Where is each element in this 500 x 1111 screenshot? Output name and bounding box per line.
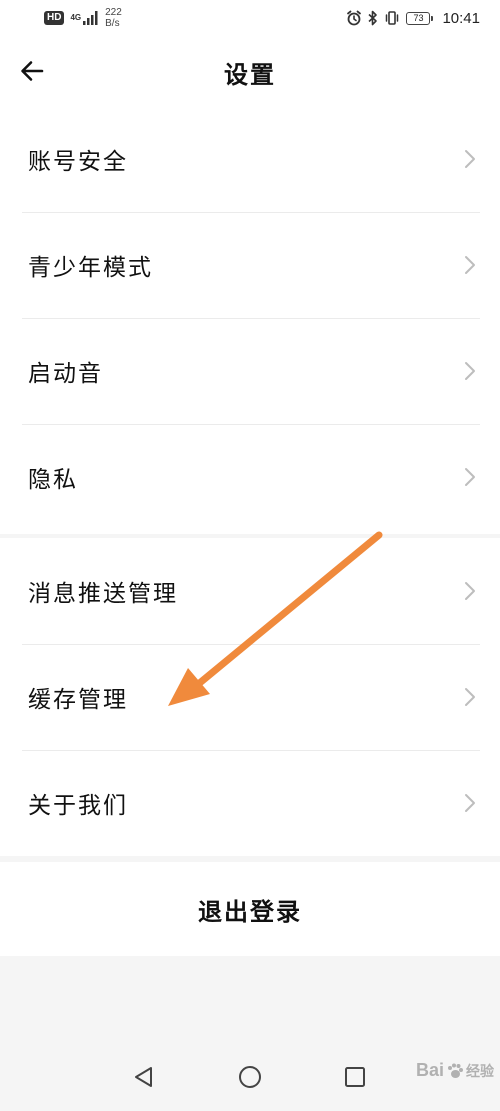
settings-group-general: 账号安全 青少年模式 启动音 隐私 [0,106,500,534]
watermark: Bai 经验 [416,1060,494,1081]
settings-item-teen-mode[interactable]: 青少年模式 [0,212,500,318]
settings-item-privacy[interactable]: 隐私 [0,424,500,530]
settings-item-label: 账号安全 [28,149,128,175]
chevron-right-icon [465,794,475,812]
logout-label: 退出登录 [198,896,302,926]
hd-badge: HD [44,11,65,25]
battery-indicator: 73 [406,11,434,25]
settings-item-label: 青少年模式 [28,255,153,281]
battery-level: 73 [413,13,424,23]
status-left: HD 4G 222 B/s [44,6,122,30]
chevron-right-icon [465,150,475,168]
paw-icon [448,1063,463,1078]
watermark-text-2: 经验 [466,1062,494,1079]
page-title: 设置 [224,60,276,89]
settings-item-label: 启动音 [28,361,103,387]
network-indicator: 4G [70,11,99,25]
chevron-right-icon [465,256,475,274]
status-bar: HD 4G 222 B/s 73 10:41 [0,0,500,36]
nav-recent-button[interactable] [340,1062,370,1092]
settings-item-label: 消息推送管理 [28,581,178,607]
settings-group-misc: 消息推送管理 缓存管理 关于我们 [0,538,500,856]
alarm-icon [347,10,362,26]
chevron-right-icon [465,468,475,486]
nav-back-button[interactable] [128,1062,158,1092]
vibrate-icon [386,11,399,25]
status-right: 73 10:41 [346,6,480,30]
speed-unit: B/s [105,18,120,29]
chevron-right-icon [465,582,475,600]
bluetooth-icon [368,10,378,26]
header: 设置 [0,36,500,106]
triangle-back-icon [135,1067,152,1087]
settings-item-label: 缓存管理 [28,687,128,713]
settings-item-cache-management[interactable]: 缓存管理 [0,644,500,750]
settings-item-push-notifications[interactable]: 消息推送管理 [0,538,500,644]
network-type: 4G [70,13,82,22]
nav-home-button[interactable] [235,1062,265,1092]
speed-value: 222 [105,7,122,18]
signal-icon [83,11,98,25]
settings-item-about-us[interactable]: 关于我们 [0,750,500,856]
circle-home-icon [239,1066,261,1088]
network-speed: 222 B/s [105,7,122,29]
settings-item-startup-sound[interactable]: 启动音 [0,318,500,424]
status-time: 10:41 [442,9,480,27]
settings-item-label: 关于我们 [28,793,128,819]
watermark-text: Bai [415,1060,444,1080]
logout-button[interactable]: 退出登录 [0,862,500,956]
settings-item-account-security[interactable]: 账号安全 [0,106,500,212]
settings-item-label: 隐私 [28,467,78,493]
chevron-right-icon [465,688,475,706]
square-recent-icon [345,1067,365,1087]
chevron-right-icon [465,362,475,380]
